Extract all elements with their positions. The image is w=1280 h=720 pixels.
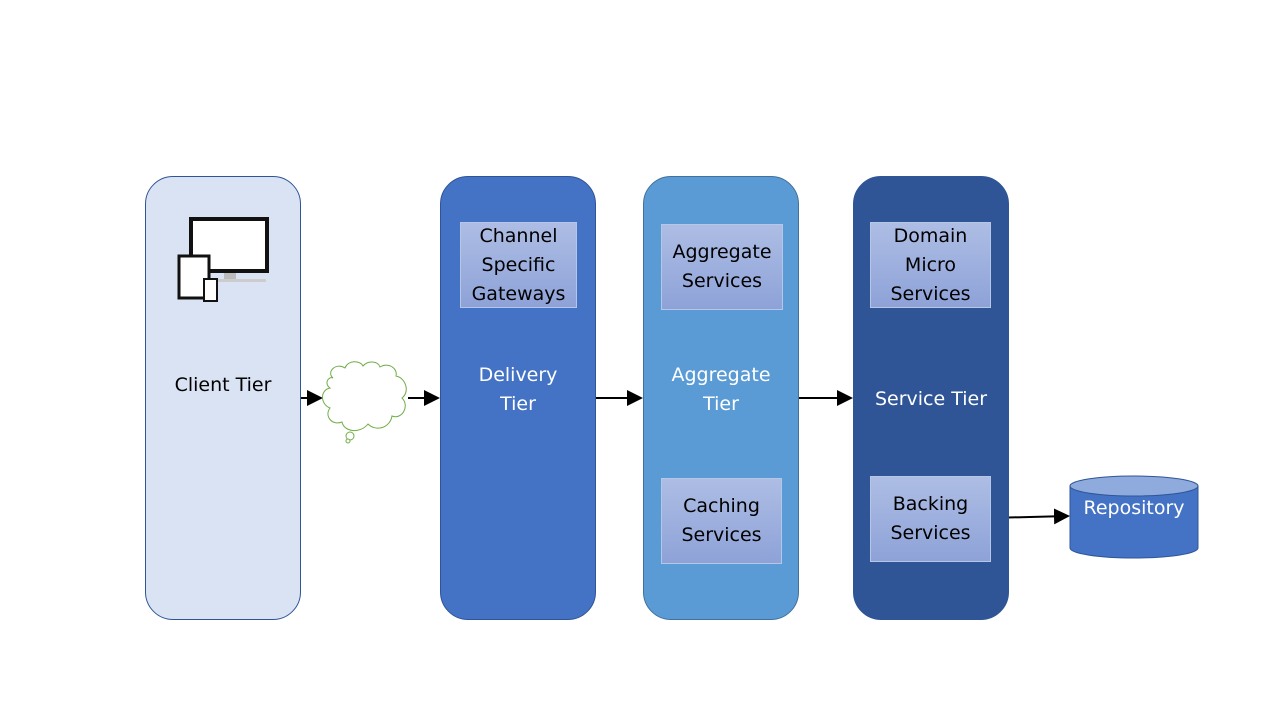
client-tier: Client Tier (145, 176, 301, 620)
aggregate-tier-label: Aggregate Tier (671, 364, 771, 415)
service-tier-label: Service Tier (874, 388, 988, 410)
channel-specific-gateways-box: Channel Specific Gateways (460, 222, 577, 308)
caching-services-box: Caching Services (661, 478, 782, 564)
client-tier-label: Client Tier (174, 374, 272, 396)
cloud-icon (322, 361, 407, 444)
domain-micro-services-box: Domain Micro Services (870, 222, 991, 308)
delivery-tier-label: Delivery Tier (478, 364, 558, 415)
devices-icon (177, 217, 269, 302)
aggregate-services-box: Aggregate Services (661, 224, 783, 310)
backing-services-box: Backing Services (870, 476, 991, 562)
repository-label: Repository (1083, 497, 1185, 519)
